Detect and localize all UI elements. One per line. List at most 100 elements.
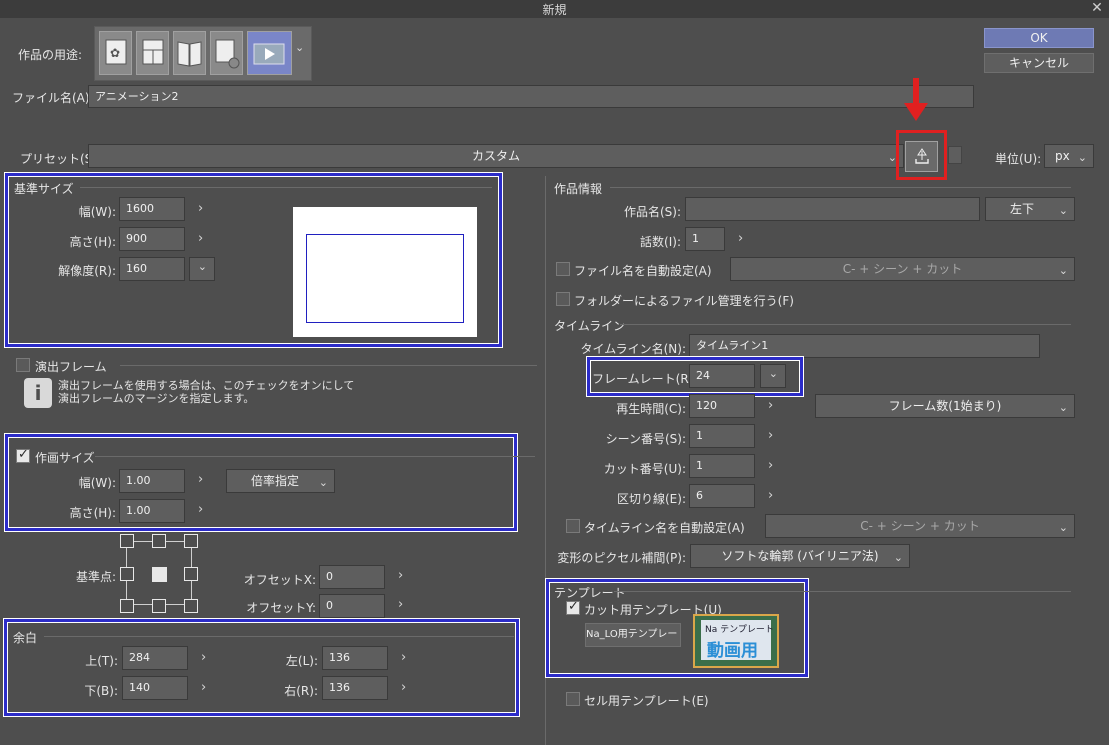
filename-input[interactable]: アニメーション2 xyxy=(88,85,974,108)
chevron-right-icon[interactable]: › xyxy=(401,650,406,665)
comic-icon[interactable] xyxy=(136,31,169,75)
interpolation-label: 変形のピクセル補間(P): xyxy=(557,551,686,565)
resolution-input[interactable]: 160 xyxy=(119,257,185,281)
height-label: 高さ(H): xyxy=(69,235,116,249)
template-thumbnail-label: 動画用 xyxy=(707,641,758,661)
chevron-right-icon[interactable]: › xyxy=(768,428,773,443)
folder-management-checkbox[interactable] xyxy=(556,292,570,306)
margin-bottom-label: 下(B): xyxy=(84,684,118,698)
anchor-grid[interactable] xyxy=(118,533,202,615)
width-input[interactable]: 1600 xyxy=(119,197,185,221)
anchor-point[interactable] xyxy=(184,599,198,613)
work-name-input[interactable] xyxy=(685,197,980,221)
drawing-width-input[interactable]: 1.00 xyxy=(119,469,185,493)
chevron-right-icon[interactable]: › xyxy=(201,680,206,695)
margin-title: 余白 xyxy=(13,631,38,645)
chevron-right-icon[interactable]: › xyxy=(198,502,203,517)
work-name-position-select[interactable]: 左下 ⌄ xyxy=(985,197,1075,221)
duration-input[interactable]: 120 xyxy=(689,394,755,418)
chevron-right-icon[interactable]: › xyxy=(398,568,403,583)
preset-select[interactable]: カスタム ⌄ xyxy=(88,144,904,168)
chevron-right-icon[interactable]: › xyxy=(401,680,406,695)
scale-mode-select[interactable]: 倍率指定 ⌄ xyxy=(226,469,335,493)
chevron-right-icon[interactable]: › xyxy=(768,488,773,503)
auto-timeline-name-select[interactable]: C- + シーン + カット ⌄ xyxy=(765,514,1075,538)
drawing-size-label: 作画サイズ xyxy=(35,451,95,465)
unit-value: px xyxy=(1055,149,1070,163)
scale-mode-value: 倍率指定 xyxy=(251,474,300,488)
margin-right-input[interactable]: 136 xyxy=(322,676,388,700)
anchor-point[interactable] xyxy=(184,567,198,581)
interpolation-select[interactable]: ソフトな輪郭 (バイリニア法) ⌄ xyxy=(690,544,910,568)
margin-left-input[interactable]: 136 xyxy=(322,646,388,670)
chevron-right-icon[interactable]: › xyxy=(768,398,773,413)
svg-text:✿: ✿ xyxy=(110,46,120,60)
chevron-right-icon[interactable]: › xyxy=(198,472,203,487)
margin-bottom-input[interactable]: 140 xyxy=(122,676,188,700)
drawing-size-checkbox[interactable]: ✓ xyxy=(16,447,30,463)
cell-template-checkbox[interactable] xyxy=(566,692,580,706)
timeline-name-input[interactable]: タイムライン1 xyxy=(689,334,1040,358)
animation-icon[interactable] xyxy=(247,31,292,75)
illustration-icon[interactable]: ✿ xyxy=(99,31,132,75)
anchor-point[interactable] xyxy=(120,534,134,548)
print-icon[interactable] xyxy=(210,31,243,75)
cut-label: カット番号(U): xyxy=(603,462,686,476)
chevron-right-icon[interactable]: › xyxy=(738,231,743,246)
drawing-height-input[interactable]: 1.00 xyxy=(119,499,185,523)
anchor-point[interactable] xyxy=(184,534,198,548)
template-thumbnail[interactable]: Na テンプレート 動画用 xyxy=(693,614,779,668)
offset-x-label: オフセットX: xyxy=(243,573,316,587)
purpose-selector: ✿ ⌄ xyxy=(94,26,312,81)
framerate-input[interactable]: 24 xyxy=(689,364,755,388)
cut-template-checkbox[interactable]: ✓ xyxy=(566,599,580,615)
chevron-right-icon[interactable]: › xyxy=(768,458,773,473)
offset-y-input[interactable]: 0 xyxy=(319,594,385,618)
chevron-right-icon[interactable]: › xyxy=(398,597,403,612)
comic-book-icon[interactable] xyxy=(173,31,206,75)
anchor-point[interactable] xyxy=(120,567,134,581)
delete-preset-icon[interactable] xyxy=(948,146,962,164)
height-input[interactable]: 900 xyxy=(119,227,185,251)
cut-input[interactable]: 1 xyxy=(689,454,755,478)
timeline-name-label: タイムライン名(N): xyxy=(580,342,686,356)
auto-filename-checkbox[interactable] xyxy=(556,262,570,276)
duration-mode-select[interactable]: フレーム数(1始まり) ⌄ xyxy=(815,394,1075,418)
close-icon[interactable]: ✕ xyxy=(1088,0,1106,18)
unit-select[interactable]: px ⌄ xyxy=(1044,144,1094,168)
purpose-dropdown-icon[interactable]: ⌄ xyxy=(295,41,304,54)
auto-timeline-name-label: タイムライン名を自動設定(A) xyxy=(584,521,745,535)
anchor-point[interactable] xyxy=(120,599,134,613)
chevron-down-icon: ⌄ xyxy=(893,551,903,564)
scene-input[interactable]: 1 xyxy=(689,424,755,448)
auto-timeline-name-checkbox[interactable] xyxy=(566,519,580,533)
divider-input[interactable]: 6 xyxy=(689,484,755,508)
anchor-point[interactable] xyxy=(152,534,166,548)
framerate-label: フレームレート(R): xyxy=(592,372,698,386)
auto-filename-select[interactable]: C- + シーン + カット ⌄ xyxy=(730,257,1075,281)
direction-frame-label: 演出フレーム xyxy=(35,360,107,374)
cancel-button[interactable]: キャンセル xyxy=(984,53,1094,73)
anchor-point-selected[interactable] xyxy=(152,567,167,582)
direction-frame-checkbox[interactable] xyxy=(16,358,30,372)
episodes-input[interactable]: 1 xyxy=(685,227,725,251)
margin-top-label: 上(T): xyxy=(85,654,118,668)
anchor-point[interactable] xyxy=(152,599,166,613)
cut-template-button[interactable]: Na_LO用テンプレートver1 xyxy=(585,623,681,647)
chevron-right-icon[interactable]: › xyxy=(198,231,203,246)
resolution-dropdown[interactable]: ⌄ xyxy=(189,257,215,281)
ok-button[interactable]: OK xyxy=(984,28,1094,48)
register-preset-button[interactable] xyxy=(905,141,938,172)
info-icon: i xyxy=(24,378,52,408)
episodes-label: 話数(I): xyxy=(640,235,681,249)
check-icon: ✓ xyxy=(568,599,579,614)
red-arrow-shaft xyxy=(913,78,919,106)
chevron-right-icon[interactable]: › xyxy=(198,201,203,216)
duration-mode-value: フレーム数(1始まり) xyxy=(888,399,1002,413)
framerate-dropdown[interactable]: ⌄ xyxy=(760,364,786,388)
chevron-down-icon: ⌄ xyxy=(197,260,207,273)
margin-top-input[interactable]: 284 xyxy=(122,646,188,670)
work-info-title: 作品情報 xyxy=(554,182,603,196)
offset-x-input[interactable]: 0 xyxy=(319,565,385,589)
chevron-right-icon[interactable]: › xyxy=(201,650,206,665)
